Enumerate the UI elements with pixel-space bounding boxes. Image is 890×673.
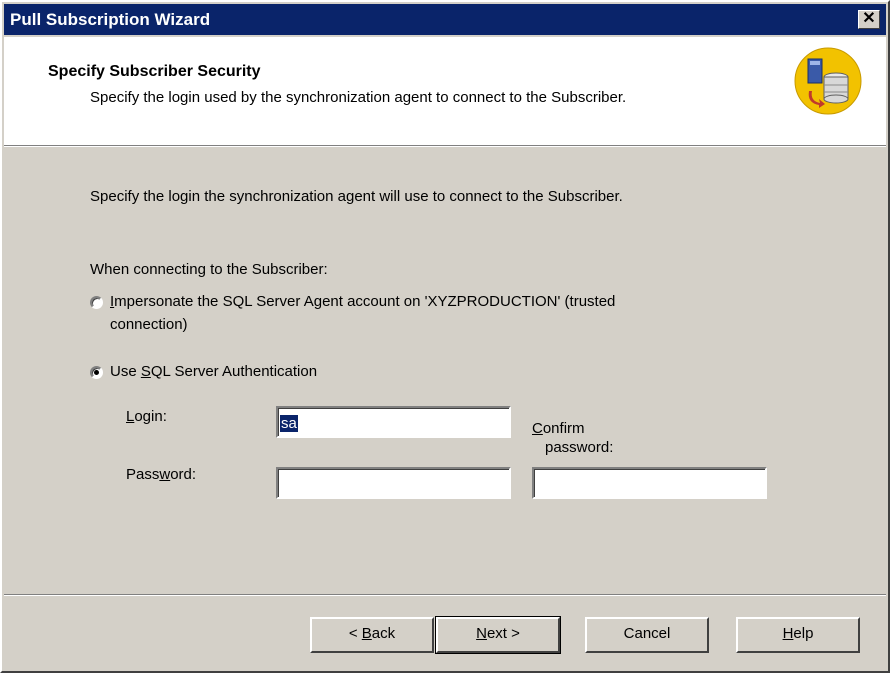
title-bar[interactable]: Pull Subscription Wizard ✕ <box>4 4 886 35</box>
back-button[interactable]: < Back <box>310 617 434 653</box>
impersonate-label-line2: connection) <box>110 316 188 333</box>
radio-selected-dot <box>94 370 99 375</box>
confirm-mnemonic: C <box>532 420 543 437</box>
sql-auth-label[interactable]: Use SQL Server Authentication <box>110 363 317 380</box>
password-label-before: Pass <box>126 466 160 483</box>
confirm-label-line1: onfirm <box>542 420 585 437</box>
password-label-after: ord: <box>170 466 197 483</box>
sql-auth-mnemonic: S <box>140 363 151 380</box>
close-icon: ✕ <box>862 10 876 27</box>
next-button[interactable]: Next > <box>435 616 561 654</box>
impersonate-label-line1: mpersonate the SQL Server Agent account … <box>114 293 616 310</box>
confirm-password-label-line2: password: <box>545 439 614 456</box>
page-subtitle: Specify the login used by the synchroniz… <box>90 89 627 106</box>
next-mnemonic: N <box>476 625 487 642</box>
help-rest: elp <box>793 625 814 642</box>
login-label: Login: <box>126 408 167 425</box>
wizard-window: Pull Subscription Wizard ✕ Specify Subsc… <box>0 0 890 673</box>
password-mnemonic: w <box>159 466 171 483</box>
cancel-label: Cancel <box>623 625 671 642</box>
login-input[interactable]: sa <box>276 406 511 438</box>
wizard-header: Specify Subscriber Security Specify the … <box>4 37 886 145</box>
sql-auth-radio[interactable] <box>90 366 103 379</box>
login-value: sa <box>280 415 298 432</box>
back-mnemonic: B <box>361 625 372 642</box>
help-button[interactable]: Help <box>736 617 860 653</box>
impersonate-radio[interactable] <box>90 296 103 309</box>
next-rest: ext > <box>486 625 520 642</box>
help-mnemonic: H <box>782 625 794 642</box>
page-title: Specify Subscriber Security <box>48 63 261 80</box>
sql-auth-label-after: QL Server Authentication <box>150 363 318 380</box>
header-divider <box>4 145 886 147</box>
password-label: Password: <box>126 466 196 483</box>
back-rest: ack <box>371 625 396 642</box>
footer-divider <box>4 594 886 596</box>
cancel-button[interactable]: Cancel <box>585 617 709 653</box>
window-title: Pull Subscription Wizard <box>10 10 211 29</box>
password-input[interactable] <box>276 467 511 499</box>
intro-text: Specify the login the synchronization ag… <box>90 188 623 205</box>
close-button[interactable]: ✕ <box>858 10 880 29</box>
connecting-label: When connecting to the Subscriber: <box>90 261 328 278</box>
confirm-password-input[interactable] <box>532 467 767 499</box>
sql-auth-label-before: Use <box>110 363 141 380</box>
impersonate-label[interactable]: Impersonate the SQL Server Agent account… <box>110 293 615 310</box>
back-prefix: < <box>348 625 362 642</box>
confirm-password-label: Confirm <box>532 420 585 437</box>
login-label-rest: ogin: <box>134 408 167 425</box>
server-database-icon <box>794 47 862 115</box>
